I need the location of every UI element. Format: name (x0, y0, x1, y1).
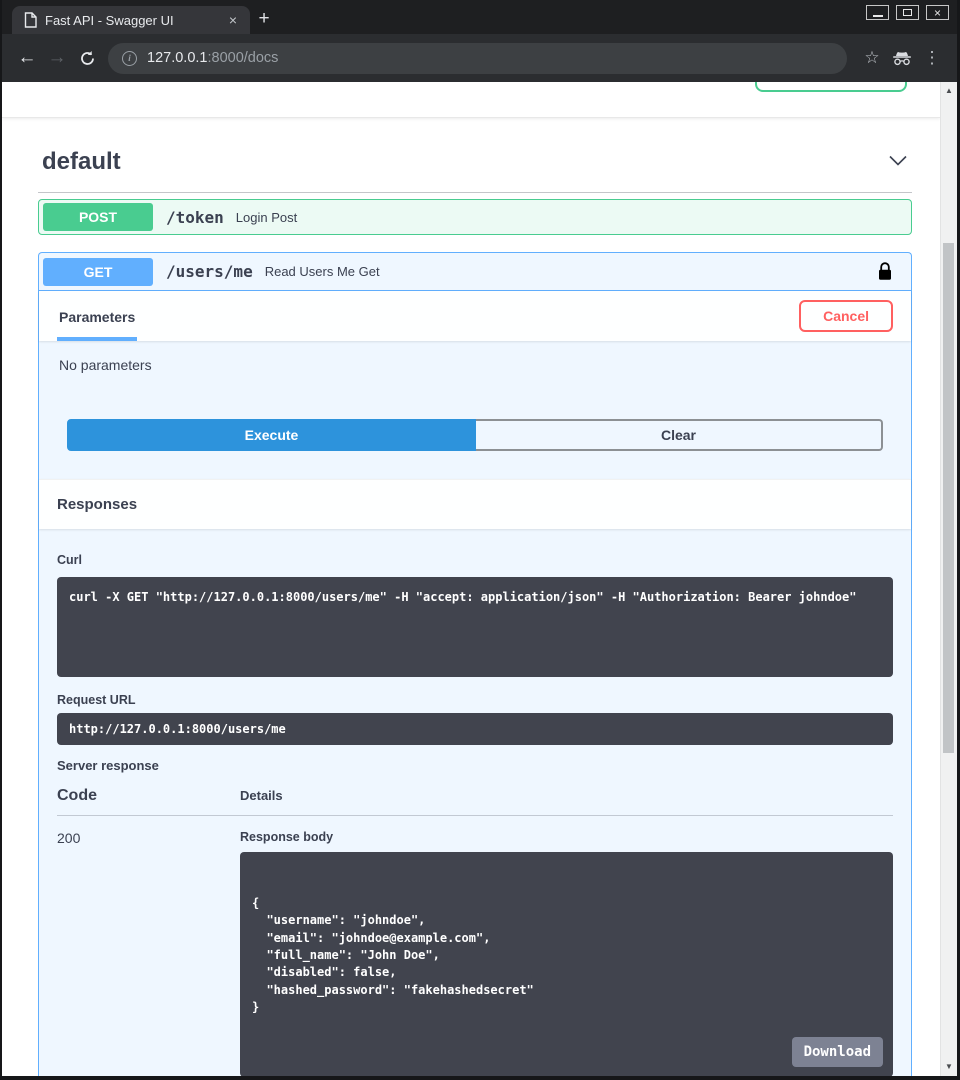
tab-strip: Fast API - Swagger UI × + × (2, 0, 957, 34)
scroll-down-icon[interactable]: ▼ (941, 1060, 957, 1074)
document-icon (24, 12, 37, 28)
post-path: /token (166, 208, 224, 227)
code-column-header: Code (57, 787, 240, 805)
url-host: 127.0.0.1 (147, 50, 207, 66)
new-tab-button[interactable]: + (250, 6, 278, 34)
tab-title: Fast API - Swagger UI (45, 13, 224, 28)
parameters-header: Parameters Cancel (39, 291, 911, 341)
browser-window: Fast API - Swagger UI × + × ← → i 127.0.… (2, 0, 957, 1076)
window-controls: × (866, 5, 949, 20)
url-path: :8000/docs (207, 50, 278, 66)
request-url-label: Request URL (57, 693, 893, 707)
get-summary-row[interactable]: GET /users/me Read Users Me Get (39, 253, 911, 291)
response-body-label: Response body (240, 830, 893, 844)
opblock-post-token[interactable]: POST /token Login Post (38, 199, 912, 235)
browser-toolbar: ← → i 127.0.0.1 :8000/docs ☆ ⋮ (2, 34, 957, 82)
authorize-button[interactable] (755, 82, 907, 92)
minimize-icon (873, 15, 883, 17)
responses-title: Responses (57, 496, 137, 513)
curl-command-block: curl -X GET "http://127.0.0.1:8000/users… (57, 577, 893, 677)
scroll-up-icon[interactable]: ▲ (941, 84, 957, 98)
tag-title: default (42, 148, 121, 176)
response-body-json: { "username": "johndoe", "email": "johnd… (252, 895, 881, 1017)
site-info-icon[interactable]: i (122, 51, 137, 66)
server-response-table: Code Details 200 Response body { "userna… (57, 787, 893, 1076)
close-window-button[interactable]: × (926, 5, 949, 20)
post-method-badge: POST (43, 203, 153, 231)
post-summary: Login Post (236, 210, 297, 225)
get-method-badge: GET (43, 258, 153, 286)
request-url-block: http://127.0.0.1:8000/users/me (57, 713, 893, 745)
maximize-icon (903, 9, 912, 16)
status-code: 200 (57, 830, 240, 1076)
execute-row: Execute Clear (67, 419, 883, 451)
browser-menu-icon[interactable]: ⋮ (917, 43, 947, 73)
tab-close-icon[interactable]: × (224, 11, 242, 29)
download-button[interactable]: Download (792, 1037, 883, 1067)
response-details: Response body { "username": "johndoe", "… (240, 830, 893, 1076)
get-path: /users/me (166, 262, 253, 281)
response-body-block: { "username": "johndoe", "email": "johnd… (240, 852, 893, 1076)
operations-wrapper: default POST /token Login Post GET /user… (2, 148, 940, 1076)
cancel-button[interactable]: Cancel (799, 300, 893, 332)
browser-tab[interactable]: Fast API - Swagger UI × (12, 6, 250, 34)
reload-button[interactable] (72, 43, 102, 73)
tag-section-default[interactable]: default (38, 148, 912, 193)
parameters-body: No parameters Execute Clear (39, 341, 911, 479)
get-summary: Read Users Me Get (265, 264, 380, 279)
server-response-label: Server response (57, 758, 893, 773)
back-button[interactable]: ← (12, 43, 42, 73)
scrollbar-thumb[interactable] (943, 243, 954, 753)
details-column-header: Details (240, 788, 283, 803)
incognito-icon (887, 43, 917, 73)
tab-parameters: Parameters (57, 305, 137, 341)
page-content: default POST /token Login Post GET /user… (2, 82, 957, 1076)
minimize-button[interactable] (866, 5, 889, 20)
bookmark-star-icon[interactable]: ☆ (857, 43, 887, 73)
swagger-ui: default POST /token Login Post GET /user… (2, 82, 940, 1076)
maximize-button[interactable] (896, 5, 919, 20)
scheme-container (2, 82, 940, 118)
chevron-down-icon[interactable] (888, 153, 908, 171)
forward-button[interactable]: → (42, 43, 72, 73)
lock-icon[interactable] (878, 262, 892, 281)
responses-body: Curl curl -X GET "http://127.0.0.1:8000/… (39, 529, 911, 1076)
opblock-get-users-me: GET /users/me Read Users Me Get Paramete… (38, 252, 912, 1076)
curl-label: Curl (57, 553, 893, 567)
responses-header: Responses (39, 479, 911, 529)
address-bar[interactable]: i 127.0.0.1 :8000/docs (108, 43, 847, 74)
execute-button[interactable]: Execute (67, 419, 476, 451)
page-scrollbar: ▲ ▼ (940, 82, 957, 1076)
no-parameters-text: No parameters (59, 357, 891, 373)
clear-button[interactable]: Clear (476, 419, 883, 451)
response-row-200: 200 Response body { "username": "johndoe… (57, 816, 893, 1076)
response-table-header: Code Details (57, 787, 893, 816)
